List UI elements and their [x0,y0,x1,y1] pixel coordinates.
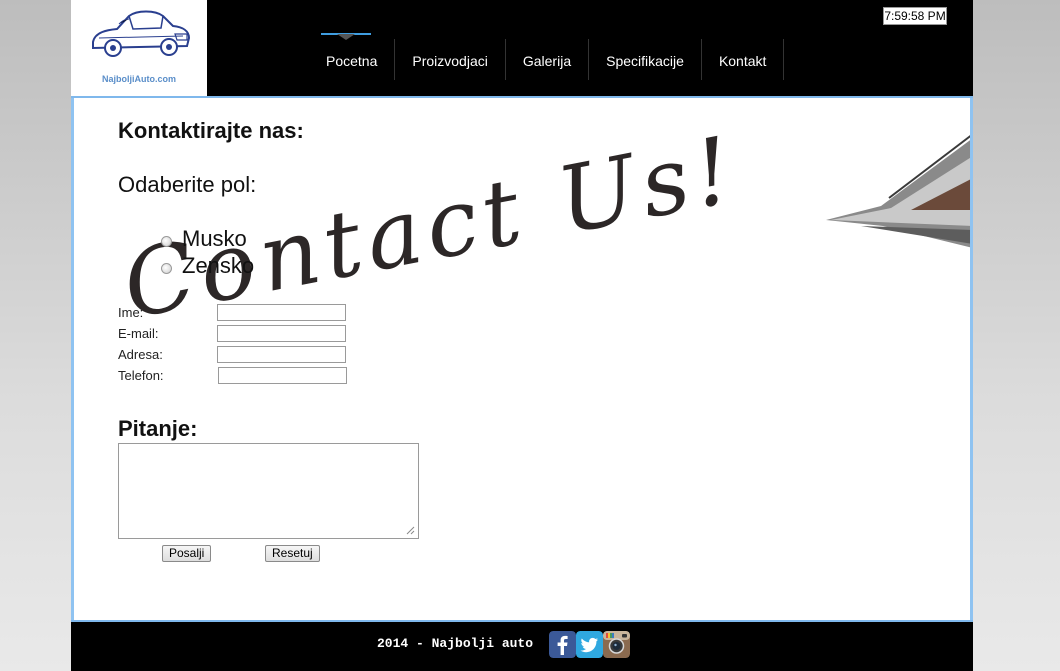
question-textarea[interactable] [118,443,419,539]
nav-label: Pocetna [326,53,378,69]
telefon-label: Telefon: [118,368,164,383]
pen-icon [826,133,973,248]
nav-item-pocetna[interactable]: Pocetna [310,33,396,80]
nav-item-galerija[interactable]: Galerija [506,39,590,80]
form-title: Kontaktirajte nas: [118,118,304,143]
radio-option-zensko[interactable]: Zensko [161,253,254,279]
nav-label: Galerija [522,53,572,69]
question-title: Pitanje: [118,416,198,441]
reset-button[interactable]: Resetuj [265,545,320,562]
radio-option-musko[interactable]: Musko [161,226,247,252]
radio-button[interactable] [161,262,172,274]
logo-text: NajboljiAuto.com [102,74,176,84]
adresa-field[interactable] [217,346,346,363]
nav-item-proizvodjaci[interactable]: Proizvodjaci [395,39,506,80]
car-logo-icon [92,10,191,57]
nav-item-kontakt[interactable]: Kontakt [702,39,785,80]
footer-text: 2014 - Najbolji auto [377,636,534,651]
radio-label: Zensko [182,253,255,278]
logo[interactable]: NajboljiAuto.com [71,0,207,96]
email-label: E-mail: [118,326,159,341]
facebook-icon[interactable] [549,631,576,658]
main-nav: Pocetna Proizvodjaci Galerija Specifikac… [310,33,785,80]
footer: 2014 - Najbolji auto [71,622,973,671]
radio-button[interactable] [161,235,172,247]
clock: 7:59:58 PM [883,7,947,25]
gender-prompt: Odaberite pol: [118,172,257,197]
content: Contact Us! Kontaktirajte nas: Odaberite… [71,98,973,622]
telefon-field[interactable] [218,367,347,384]
adresa-label: Adresa: [118,347,163,362]
nav-label: Proizvodjaci [412,53,488,69]
ime-label: Ime: [118,305,144,320]
right-border [970,98,973,620]
active-tab-marker-icon [321,33,371,40]
nav-item-specifikacije[interactable]: Specifikacije [589,39,702,80]
ime-field[interactable] [217,304,346,321]
instagram-icon[interactable] [603,631,630,658]
email-field[interactable] [217,325,346,342]
nav-label: Kontakt [718,53,767,69]
resize-grip-icon[interactable] [405,525,415,535]
nav-label: Specifikacije [606,53,684,69]
submit-button[interactable]: Posalji [162,545,212,562]
page: NajboljiAuto.com Pocetna Proizvodjaci Ga… [71,0,973,671]
header: NajboljiAuto.com Pocetna Proizvodjaci Ga… [71,0,973,96]
radio-label: Musko [182,226,247,251]
twitter-icon[interactable] [576,631,603,658]
left-border [71,98,74,620]
